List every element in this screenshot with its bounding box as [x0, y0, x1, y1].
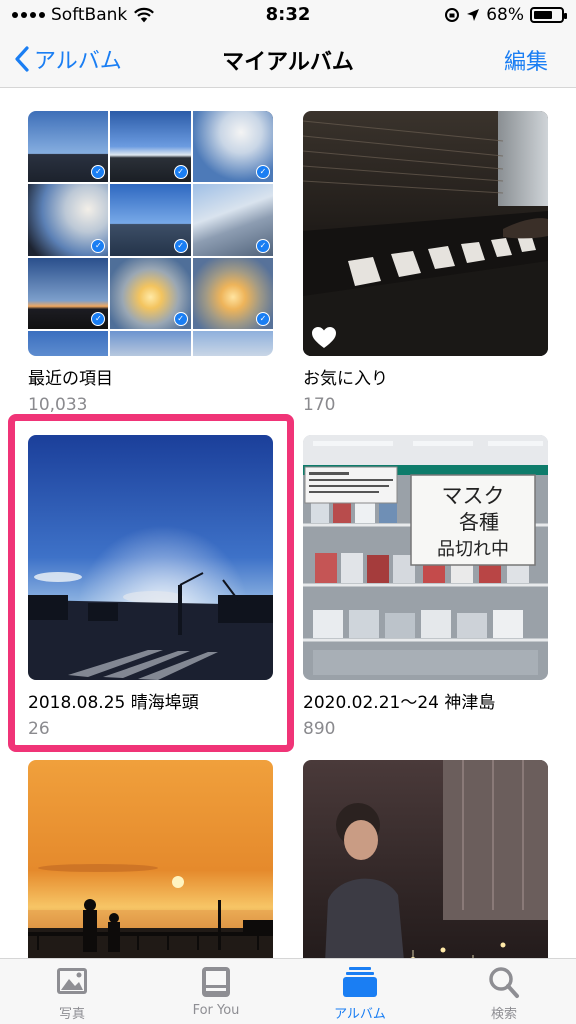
checkmark-icon: ✓: [256, 238, 270, 253]
checkmark-icon: ✓: [91, 312, 106, 327]
photos-icon: [57, 968, 87, 994]
photo-tile: ✓: [192, 111, 273, 183]
tab-photos[interactable]: 写真: [0, 959, 144, 1024]
edit-button[interactable]: 編集: [504, 44, 548, 76]
tab-bar: 写真 For You アルバム 検索: [0, 958, 576, 1024]
photo-tile: ✓: [28, 257, 109, 330]
checkmark-icon: ✓: [256, 312, 270, 327]
tab-label: 写真: [58, 1007, 85, 1022]
heart-icon: [312, 327, 336, 348]
album-title: お気に入り: [303, 369, 388, 389]
album-count: 170: [303, 395, 336, 415]
photo-tile: [28, 331, 109, 356]
album-count: 26: [28, 719, 50, 739]
album-favorites[interactable]: お気に入り 170: [303, 111, 548, 416]
sign-text-line: マスク: [442, 484, 505, 508]
back-button[interactable]: アルバム: [14, 43, 122, 75]
album-thumbnail[interactable]: [28, 435, 273, 680]
photo-tile: ✓: [110, 111, 191, 183]
tab-label: 検索: [490, 1007, 517, 1022]
checkmark-icon: ✓: [173, 165, 188, 180]
chevron-left-icon: [15, 46, 29, 72]
album-count: 890: [303, 719, 336, 739]
tab-search[interactable]: 検索: [432, 959, 576, 1024]
album-recents[interactable]: ✓ ✓ ✓ ✓ ✓ ✓ ✓ ✓ ✓ 最近の項目 10,033: [28, 111, 273, 416]
tab-label: アルバム: [334, 1007, 386, 1022]
checkmark-icon: ✓: [91, 165, 106, 180]
back-label: アルバム: [34, 49, 122, 74]
album-thumbnail[interactable]: [303, 111, 548, 356]
status-right: 68%: [444, 5, 567, 25]
checkmark-icon: ✓: [256, 165, 270, 180]
battery-percent: 68%: [486, 5, 524, 25]
photo-tile: ✓: [28, 184, 109, 256]
album-harumi-pier[interactable]: 2018.08.25 晴海埠頭 26: [28, 435, 273, 740]
tab-label: For You: [192, 1003, 240, 1018]
battery-icon: [530, 7, 567, 23]
album-title: 2020.02.21〜24 神津島: [303, 693, 496, 713]
checkmark-icon: ✓: [173, 238, 188, 253]
checkmark-icon: ✓: [91, 238, 106, 253]
album-count: 10,033: [28, 395, 88, 415]
photo-tile: ✓: [192, 184, 273, 256]
status-bar: SoftBank 8:32 68%: [0, 0, 576, 30]
navigation-bar: アルバム マイアルバム 編集: [0, 30, 576, 88]
tab-for-you[interactable]: For You: [144, 959, 288, 1024]
albums-icon: [343, 967, 377, 997]
photo-tile: ✓: [110, 257, 191, 330]
rotation-lock-icon: [445, 8, 460, 22]
album-title: 2018.08.25 晴海埠頭: [28, 693, 199, 713]
location-icon: [467, 9, 480, 21]
harumi-pier-photo: [28, 435, 273, 680]
photo-tile: ✓: [110, 184, 191, 256]
photo-mosaic: ✓ ✓ ✓ ✓ ✓ ✓ ✓ ✓ ✓: [28, 111, 273, 356]
store-shelf-photo: マスク 各種 品切れ中: [303, 435, 548, 680]
album-kozushima[interactable]: マスク 各種 品切れ中 2020.02.21〜24 神津島 890: [303, 435, 548, 740]
album-thumbnail[interactable]: マスク 各種 品切れ中: [303, 435, 548, 680]
search-icon: [489, 967, 519, 998]
sign-text-line: 品切れ中: [437, 539, 509, 560]
photo-tile: [192, 331, 273, 356]
tab-albums[interactable]: アルバム: [288, 959, 432, 1024]
piano-photo: [303, 111, 548, 356]
album-title: 最近の項目: [28, 369, 113, 389]
for-you-icon: [202, 967, 230, 997]
photo-tile: ✓: [28, 111, 109, 183]
photo-tile: [110, 331, 191, 356]
photo-tile: ✓: [192, 257, 273, 330]
sign-text-line: 各種: [459, 510, 499, 534]
checkmark-icon: ✓: [173, 312, 188, 327]
battery-fill: [534, 11, 552, 19]
album-thumbnail[interactable]: ✓ ✓ ✓ ✓ ✓ ✓ ✓ ✓ ✓: [28, 111, 273, 356]
